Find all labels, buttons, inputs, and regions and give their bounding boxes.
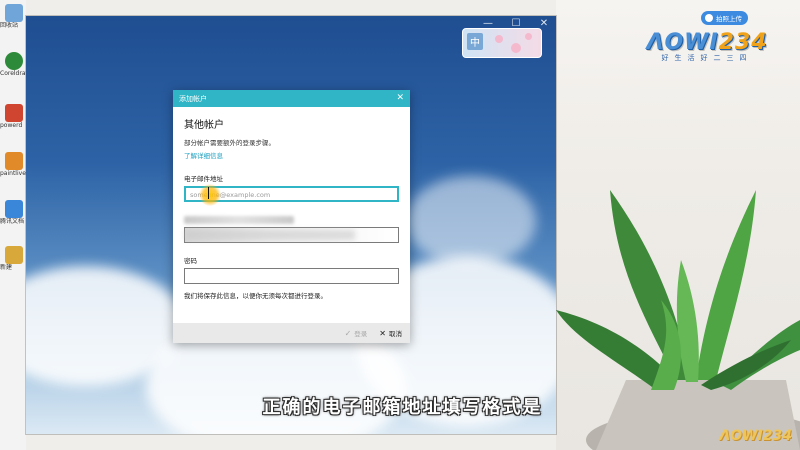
desktop-icon-app[interactable]: powerd [0, 104, 24, 130]
blossom-decoration [495, 35, 503, 43]
email-field[interactable]: someone@example.com [184, 184, 399, 206]
site-logo: ɅOWI234 好生活好二三四 [642, 30, 772, 63]
logo-word-digits: 234 [718, 30, 768, 55]
ime-language-label: 中 [467, 33, 483, 50]
camera-icon [705, 14, 713, 22]
blossom-decoration [525, 33, 532, 40]
dialog-title: 添加帐户 [179, 94, 207, 103]
desktop-icon-recycle-bin[interactable]: 回收站 [0, 4, 24, 30]
desktop-icon-docs[interactable]: 腾讯文档 [0, 200, 24, 226]
signin-button[interactable]: ✓ 登录 [344, 328, 368, 339]
cursor-highlight [199, 184, 221, 206]
close-icon[interactable]: ✕ [538, 18, 550, 29]
username-label-blurred [184, 216, 294, 224]
cancel-label: 取消 [389, 330, 402, 338]
watermark-logo: ɅOWI234 [719, 428, 792, 444]
blossom-decoration [511, 43, 521, 53]
dialog-description: 部分帐户需要额外的登录步骤。 [184, 139, 275, 147]
folder-icon [5, 246, 23, 264]
dialog-titlebar: 添加帐户 ✕ [173, 90, 410, 107]
text-cursor-icon [208, 187, 209, 199]
dialog-heading: 其他帐户 [184, 120, 224, 131]
desktop-icon-paint[interactable]: paintlive [0, 152, 26, 178]
close-icon: ✕ [379, 328, 386, 338]
close-icon[interactable]: ✕ [396, 94, 404, 103]
logo-word: ɅOWI234 [642, 30, 772, 55]
app-icon [5, 104, 23, 122]
desktop-icon-coreldraw[interactable]: Coreldraw 2019 (64 [0, 52, 26, 78]
paint-icon [5, 152, 23, 170]
screen: 回收站 Coreldraw 2019 (64 powerd paintlive … [0, 0, 800, 450]
ime-badge[interactable]: 中 [462, 28, 542, 58]
desktop-icon-folder[interactable]: 新建 [0, 246, 24, 272]
password-field[interactable] [184, 268, 399, 284]
cloud [406, 176, 536, 266]
save-info-note: 我们将保存此信息，以便你无须每次都进行登录。 [184, 292, 327, 300]
upload-label: 拍照上传 [716, 15, 742, 23]
checkmark-icon: ✓ [344, 328, 352, 338]
dialog-footer: ✓ 登录 ✕ 取消 [173, 323, 410, 343]
email-label: 电子邮件地址 [184, 175, 223, 183]
coreldraw-icon [5, 52, 23, 70]
logo-word-main: ɅOWI [646, 30, 719, 55]
upload-button[interactable]: 拍照上传 [701, 11, 748, 25]
blurred-content [185, 230, 355, 240]
recycle-bin-icon [5, 4, 23, 22]
dialog-body: 其他帐户 部分帐户需要额外的登录步骤。 了解详细信息 电子邮件地址 someon… [184, 116, 399, 300]
add-account-dialog: 添加帐户 ✕ 其他帐户 部分帐户需要额外的登录步骤。 了解详细信息 电子邮件地址… [173, 90, 410, 343]
docs-icon [5, 200, 23, 218]
signin-label: 登录 [354, 330, 368, 338]
learn-more-link[interactable]: 了解详细信息 [184, 150, 399, 160]
cancel-button[interactable]: ✕ 取消 [379, 328, 402, 339]
username-field[interactable] [184, 227, 399, 243]
password-label: 密码 [184, 257, 197, 265]
video-subtitle: 正确的电子邮箱地址填写格式是 [262, 397, 543, 418]
